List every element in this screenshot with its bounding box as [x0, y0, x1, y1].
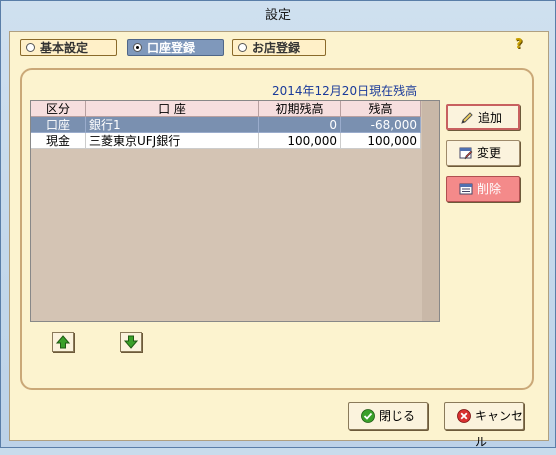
header-kubun: 区分	[31, 101, 86, 117]
delete-button[interactable]: 削除	[446, 176, 520, 202]
edit-form-icon	[459, 147, 473, 160]
help-question-icon[interactable]: ?	[515, 37, 523, 52]
tab-basic-settings[interactable]: 基本設定	[20, 39, 117, 56]
add-button[interactable]: 追加	[446, 104, 520, 130]
tab-label: 口座登録	[147, 41, 196, 55]
edit-button-label: 変更	[477, 146, 502, 160]
cell-balance: 100,000	[341, 133, 421, 149]
settings-window: 設定 基本設定 口座登録 お店登録 ? 2014年12月20日現在残高 区分 口…	[0, 0, 556, 449]
header-initial-balance: 初期残高	[259, 101, 341, 117]
radio-icon	[26, 43, 35, 52]
pencil-icon	[461, 112, 473, 124]
move-up-button[interactable]	[52, 332, 74, 352]
header-account: 口 座	[86, 101, 259, 117]
cancel-icon	[457, 409, 471, 423]
window-title: 設定	[264, 8, 291, 23]
tab-store-registration[interactable]: お店登録	[232, 39, 326, 56]
account-group: 2014年12月20日現在残高 区分 口 座 初期残高 残高 口座 銀行1 0 …	[20, 68, 534, 390]
arrow-down-icon	[123, 335, 139, 349]
arrow-up-icon	[55, 335, 71, 349]
header-balance: 残高	[341, 101, 421, 117]
delete-button-label: 削除	[477, 182, 502, 196]
close-button-label: 閉じる	[379, 409, 416, 423]
cell-kubun: 口座	[31, 117, 86, 133]
edit-button[interactable]: 変更	[446, 140, 520, 166]
balance-date-label: 2014年12月20日現在残高	[272, 84, 418, 98]
cell-initial-balance: 0	[259, 117, 341, 133]
cell-initial-balance: 100,000	[259, 133, 341, 149]
check-circle-icon	[361, 409, 375, 423]
settings-panel: 基本設定 口座登録 お店登録 ? 2014年12月20日現在残高 区分 口 座 …	[9, 31, 549, 449]
tab-label: お店登録	[252, 41, 301, 55]
tab-account-registration[interactable]: 口座登録	[127, 39, 224, 56]
cell-account: 銀行1	[86, 117, 259, 133]
account-table: 区分 口 座 初期残高 残高 口座 銀行1 0 -68,000 現金 三菱東京U…	[30, 100, 440, 322]
cancel-button[interactable]: キャンセル	[444, 402, 524, 449]
radio-icon	[238, 43, 247, 52]
radio-icon	[133, 43, 142, 52]
cancel-button-label: キャンセル	[475, 409, 524, 449]
cell-kubun: 現金	[31, 133, 86, 149]
move-down-button[interactable]	[120, 332, 142, 352]
tab-label: 基本設定	[40, 41, 89, 55]
table-scrollbar[interactable]	[422, 101, 439, 321]
delete-form-icon	[459, 183, 473, 195]
cell-balance: -68,000	[341, 117, 421, 133]
add-button-label: 追加	[478, 111, 503, 125]
close-button[interactable]: 閉じる	[348, 402, 428, 430]
cell-account: 三菱東京UFJ銀行	[86, 133, 259, 149]
